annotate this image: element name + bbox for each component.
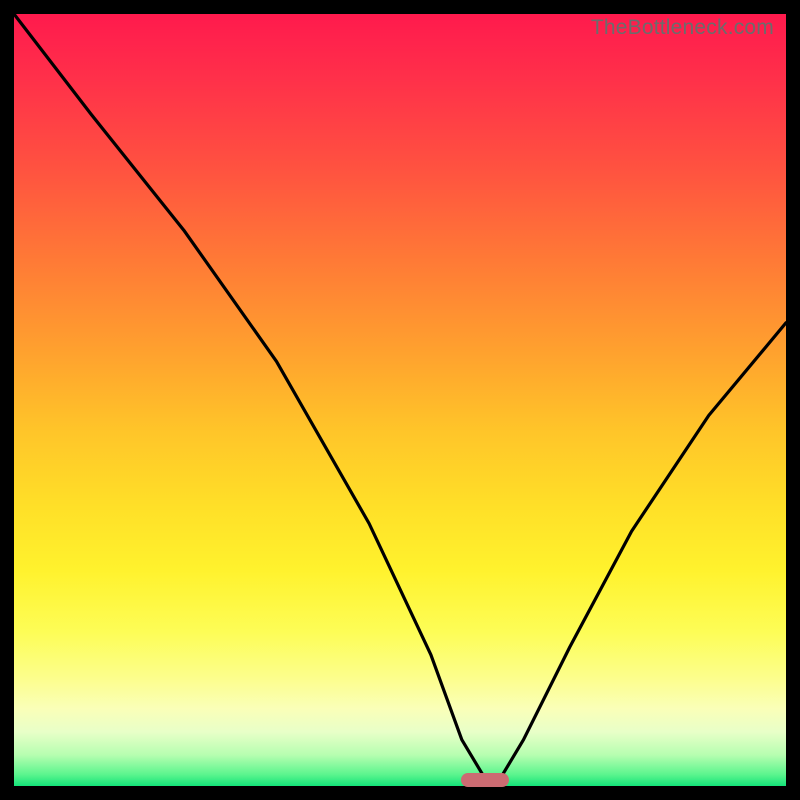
optimum-marker (461, 773, 509, 787)
watermark-text: TheBottleneck.com (591, 16, 774, 40)
bottleneck-curve (14, 14, 786, 786)
chart-frame: TheBottleneck.com (14, 14, 786, 786)
